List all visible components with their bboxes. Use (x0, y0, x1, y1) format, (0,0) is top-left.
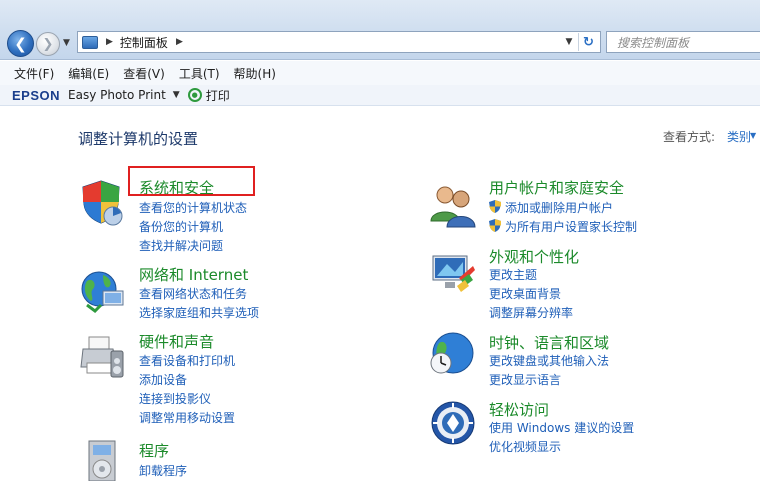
menu-help[interactable]: 帮助(H) (234, 65, 276, 82)
link-devices-printers[interactable]: 查看设备和打印机 (139, 352, 235, 369)
chevron-down-icon[interactable]: ▼ (173, 90, 180, 100)
link-homegroup-sharing[interactable]: 选择家庭组和共享选项 (139, 304, 259, 321)
link-desktop-background[interactable]: 更改桌面背景 (489, 285, 561, 302)
link-add-remove-accounts[interactable]: 添加或删除用户帐户 (505, 199, 613, 216)
chevron-down-icon[interactable]: ▼ (750, 131, 756, 140)
category-clock-language-region[interactable]: 时钟、语言和区域 (489, 332, 609, 353)
view-by-dropdown[interactable]: 类别 (727, 128, 751, 145)
link-troubleshoot[interactable]: 查找并解决问题 (139, 237, 223, 254)
link-change-theme[interactable]: 更改主题 (489, 266, 537, 283)
back-button[interactable]: ❮ (7, 30, 34, 57)
shield-icon[interactable] (79, 178, 127, 226)
address-bar: ❮ ❯ ▼ ▶ 控制面板 ▶ ▼ ↻ 搜索控制面板 (0, 0, 760, 60)
link-add-device[interactable]: 添加设备 (139, 371, 187, 388)
ease-of-access-icon[interactable] (429, 399, 477, 447)
network-globe-icon[interactable] (79, 267, 127, 315)
link-backup-computer[interactable]: 备份您的计算机 (139, 218, 223, 235)
page-title: 调整计算机的设置 (78, 130, 199, 148)
appearance-icon[interactable] (429, 250, 477, 298)
menu-view[interactable]: 查看(V) (123, 65, 165, 82)
clock-globe-icon[interactable] (429, 329, 477, 377)
arrow-left-icon: ❮ (14, 34, 27, 53)
link-mobility-settings[interactable]: 调整常用移动设置 (139, 409, 235, 426)
printer-icon[interactable] (79, 333, 127, 381)
link-keyboard-input[interactable]: 更改键盘或其他输入法 (489, 352, 609, 369)
link-parental-controls[interactable]: 为所有用户设置家长控制 (505, 218, 637, 235)
forward-button[interactable]: ❯ (36, 32, 60, 56)
link-windows-recommended-settings[interactable]: 使用 Windows 建议的设置 (489, 419, 634, 436)
menu-bar: 文件(F) 编辑(E) 查看(V) 工具(T) 帮助(H) (0, 61, 760, 85)
menu-edit[interactable]: 编辑(E) (68, 65, 109, 82)
category-ease-of-access[interactable]: 轻松访问 (489, 399, 549, 420)
link-screen-resolution[interactable]: 调整屏幕分辨率 (489, 304, 573, 321)
epson-toolbar: EPSON Easy Photo Print ▼ ● 打印 (0, 85, 760, 106)
menu-tools[interactable]: 工具(T) (179, 65, 220, 82)
category-network-internet[interactable]: 网络和 Internet (139, 264, 248, 285)
search-input[interactable]: 搜索控制面板 (606, 31, 760, 53)
control-panel-icon (82, 35, 98, 49)
link-connect-projector[interactable]: 连接到投影仪 (139, 390, 211, 407)
control-panel-content: 调整计算机的设置 查看方式: 类别 ▼ 系统和安全 查看您的计算机状态 备份您的… (0, 107, 760, 481)
highlight-box (128, 166, 255, 196)
link-uninstall-program[interactable]: 卸载程序 (139, 462, 187, 479)
breadcrumb-control-panel[interactable]: 控制面板 (120, 34, 168, 51)
uac-shield-icon (489, 219, 501, 232)
link-display-language[interactable]: 更改显示语言 (489, 371, 561, 388)
print-button[interactable]: 打印 (206, 87, 230, 104)
category-appearance[interactable]: 外观和个性化 (489, 246, 579, 267)
category-programs[interactable]: 程序 (139, 440, 169, 461)
arrow-right-icon: ❯ (42, 36, 54, 52)
address-box[interactable]: ▶ 控制面板 ▶ ▼ ↻ (77, 31, 601, 53)
uac-shield-icon (489, 200, 501, 213)
category-hardware-sound[interactable]: 硬件和声音 (139, 331, 214, 352)
refresh-icon[interactable]: ↻ (578, 33, 598, 51)
category-user-accounts[interactable]: 用户帐户和家庭安全 (489, 177, 624, 198)
print-icon[interactable]: ● (187, 88, 202, 102)
view-by-label: 查看方式: (663, 130, 716, 144)
breadcrumb-arrow-icon[interactable]: ▶ (106, 37, 113, 47)
epson-logo: EPSON (12, 87, 61, 103)
link-optimize-video[interactable]: 优化视频显示 (489, 438, 561, 455)
link-network-status[interactable]: 查看网络状态和任务 (139, 285, 247, 302)
recent-pages-dropdown[interactable]: ▼ (63, 38, 73, 48)
address-dropdown-icon[interactable]: ▼ (562, 32, 576, 52)
breadcrumb-arrow-icon[interactable]: ▶ (176, 37, 183, 47)
easy-photo-print-button[interactable]: Easy Photo Print (68, 88, 166, 102)
users-icon[interactable] (429, 181, 477, 229)
menu-file[interactable]: 文件(F) (14, 65, 54, 82)
link-view-computer-status[interactable]: 查看您的计算机状态 (139, 199, 247, 216)
programs-icon[interactable] (79, 437, 127, 481)
